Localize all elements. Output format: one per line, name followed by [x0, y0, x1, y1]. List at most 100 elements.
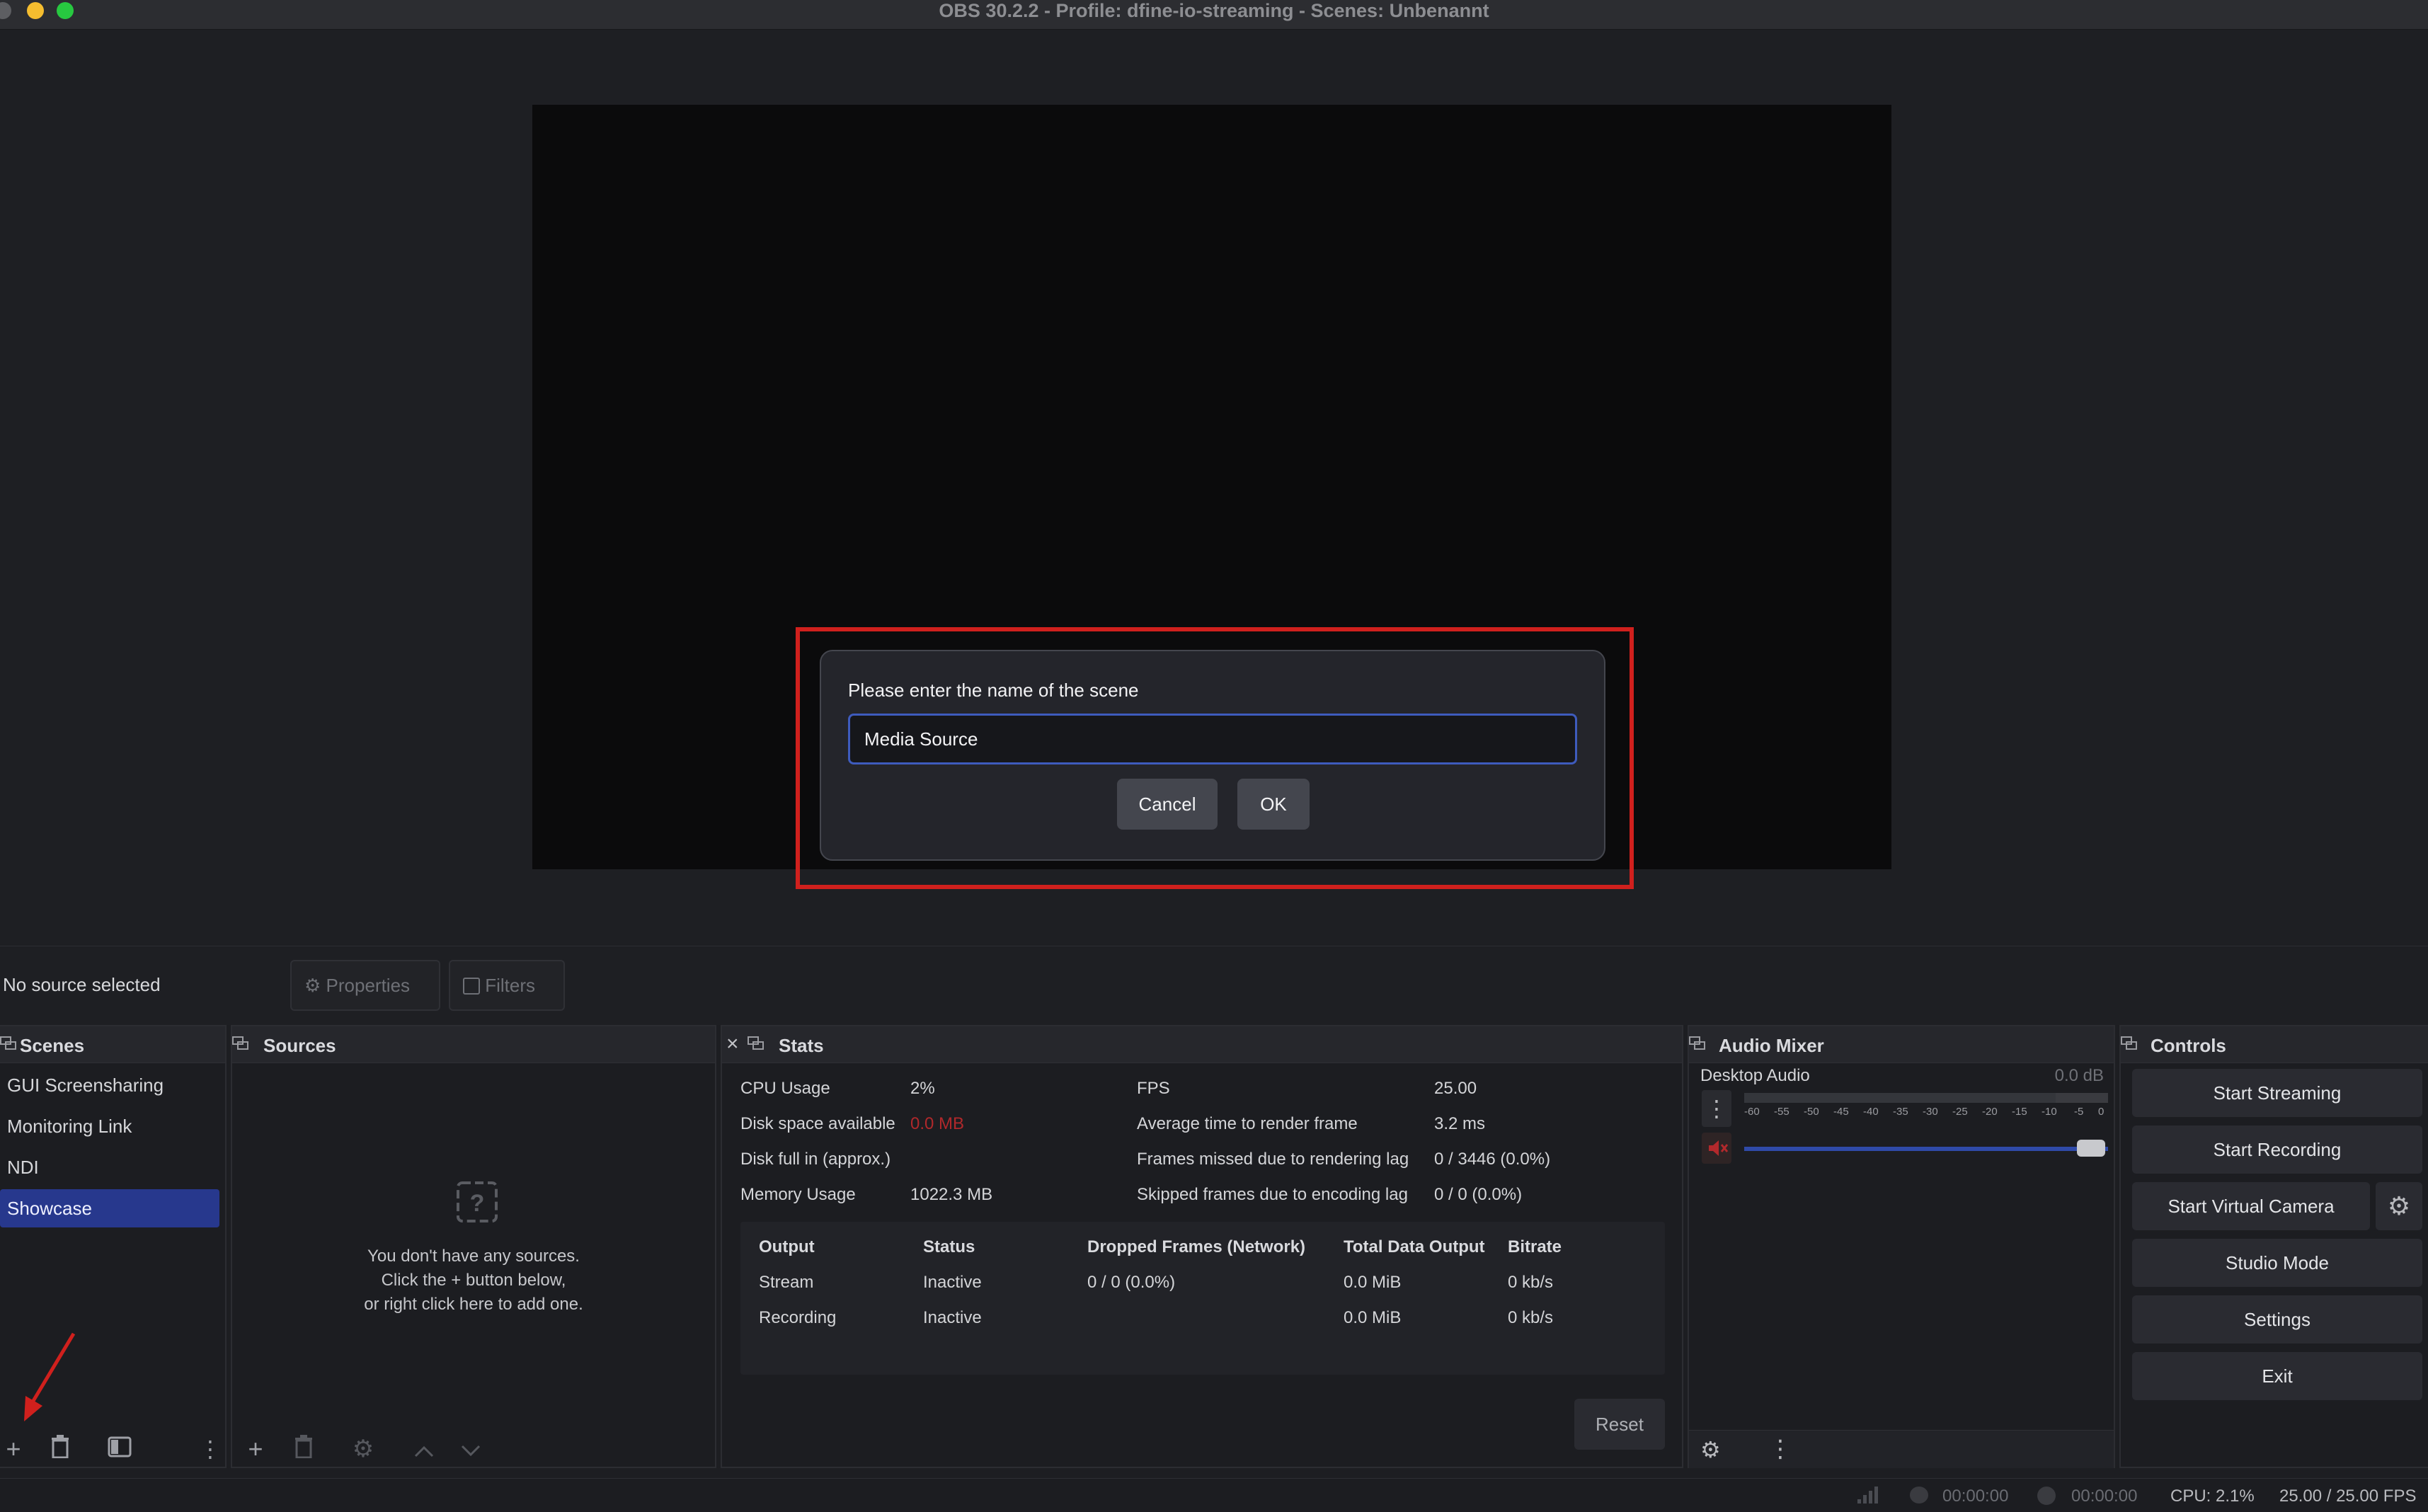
dock-float-icon[interactable]: [1689, 1036, 1707, 1052]
scene-item-monitoring-link[interactable]: Monitoring Link: [0, 1107, 219, 1145]
meter-tick: -25: [1952, 1106, 1968, 1118]
meter-tick: 0: [2098, 1106, 2105, 1118]
start-streaming-button[interactable]: Start Streaming: [2132, 1069, 2422, 1117]
virtual-camera-settings-gear-icon[interactable]: ⚙: [2376, 1182, 2422, 1230]
gear-icon: ⚙: [304, 975, 321, 996]
annotation-arrow: [24, 1332, 76, 1421]
scene-item-showcase[interactable]: Showcase: [0, 1189, 219, 1227]
audio-mixer-menu-button[interactable]: ⋮: [1768, 1435, 1792, 1463]
move-source-down-button[interactable]: [456, 1434, 486, 1464]
start-virtual-camera-button[interactable]: Start Virtual Camera: [2132, 1182, 2370, 1230]
chevron-down-icon: [461, 1445, 481, 1457]
streaming-status-icon: [1910, 1487, 1928, 1504]
close-icon[interactable]: ×: [726, 1032, 739, 1056]
table-cell: Inactive: [923, 1308, 982, 1327]
properties-button[interactable]: ⚙ Properties: [290, 960, 440, 1011]
meter-tick: -35: [1893, 1106, 1908, 1118]
table-cell: 0 kb/s: [1508, 1308, 1554, 1327]
reset-button[interactable]: Reset: [1574, 1399, 1665, 1450]
stream-time: 00:00:00: [1942, 1487, 2009, 1506]
table-header: Bitrate: [1508, 1237, 1562, 1256]
remove-source-button[interactable]: [289, 1434, 319, 1464]
add-scene-button[interactable]: +: [0, 1434, 28, 1464]
filters-label: Filters: [485, 975, 536, 996]
chevron-up-icon: [414, 1445, 434, 1457]
speaker-muted-icon: [1709, 1140, 1729, 1156]
table-header: Output: [759, 1237, 815, 1256]
question-icon: ?: [457, 1181, 498, 1222]
source-properties-gear-icon[interactable]: ⚙: [348, 1434, 378, 1464]
dock-float-icon[interactable]: [232, 1036, 251, 1052]
meter-tick: -55: [1774, 1106, 1789, 1118]
stat-label: Average time to render frame: [1137, 1114, 1358, 1133]
scene-menu-button[interactable]: ⋮: [195, 1434, 225, 1464]
volume-meter: [1744, 1093, 2108, 1103]
table-cell: 0 kb/s: [1508, 1273, 1554, 1292]
trash-icon: [52, 1435, 69, 1459]
meter-tick: -10: [2042, 1106, 2057, 1118]
scene-name-dialog: Please enter the name of the scene Media…: [820, 650, 1605, 861]
sources-title: Sources: [263, 1035, 336, 1056]
table-cell: Inactive: [923, 1273, 982, 1292]
properties-label: Properties: [326, 975, 411, 996]
audio-mixer-dock: Audio Mixer Desktop Audio 0.0 dB ⋮ -60 -…: [1688, 1025, 2115, 1468]
empty-line-2: Click the + button below,: [381, 1271, 566, 1290]
audio-settings-gear-icon[interactable]: ⚙: [1700, 1436, 1721, 1463]
stat-value: 1022.3 MB: [910, 1185, 993, 1204]
meter-tick: -50: [1804, 1106, 1819, 1118]
scene-item-gui-screensharing[interactable]: GUI Screensharing: [0, 1066, 219, 1104]
scene-filters-button[interactable]: [105, 1434, 134, 1464]
remove-scene-button[interactable]: [45, 1434, 75, 1464]
trash-icon: [295, 1435, 312, 1459]
stat-label: Disk full in (approx.): [740, 1150, 891, 1169]
volume-slider-handle[interactable]: [2077, 1140, 2105, 1157]
record-time: 00:00:00: [2071, 1487, 2138, 1506]
controls-title: Controls: [2151, 1035, 2226, 1056]
meter-tick: -45: [1833, 1106, 1849, 1118]
filters-button[interactable]: Filters: [449, 960, 565, 1011]
stat-label: FPS: [1137, 1079, 1170, 1098]
dock-float-icon[interactable]: [0, 1036, 18, 1052]
move-source-up-button[interactable]: [409, 1434, 439, 1464]
settings-button[interactable]: Settings: [2132, 1295, 2422, 1344]
dock-float-icon[interactable]: [2121, 1036, 2139, 1052]
empty-line-1: You don't have any sources.: [367, 1247, 580, 1266]
stat-value-warning: 0.0 MB: [910, 1114, 965, 1133]
audio-mixer-dock-header: Audio Mixer: [1689, 1026, 2114, 1063]
window-title: OBS 30.2.2 - Profile: dfine-io-streaming…: [939, 0, 1489, 21]
filter-icon: [108, 1436, 132, 1457]
dock-float-icon[interactable]: [748, 1036, 766, 1052]
table-header: Status: [923, 1237, 975, 1256]
no-source-label: No source selected: [3, 974, 161, 995]
meter-tick: -30: [1923, 1106, 1938, 1118]
output-table: Output Status Dropped Frames (Network) T…: [740, 1222, 1665, 1375]
meter-tick: -60: [1744, 1106, 1760, 1118]
meter-scale: -60 -55 -50 -45 -40 -35 -30 -25 -20 -15 …: [1744, 1106, 2108, 1126]
ok-button[interactable]: OK: [1237, 779, 1310, 830]
sources-empty-message: You don't have any sources. Click the + …: [232, 1244, 715, 1317]
scene-item-ndi[interactable]: NDI: [0, 1148, 219, 1186]
fps-readout: 25.00 / 25.00 FPS: [2279, 1487, 2417, 1506]
stats-title: Stats: [779, 1035, 824, 1056]
meter-tick: -5: [2074, 1106, 2084, 1118]
audio-menu-button[interactable]: ⋮: [1702, 1090, 1731, 1127]
meter-tick: -20: [1982, 1106, 1998, 1118]
exit-button[interactable]: Exit: [2132, 1352, 2422, 1400]
dialog-prompt-label: Please enter the name of the scene: [848, 680, 1139, 701]
studio-mode-button[interactable]: Studio Mode: [2132, 1239, 2422, 1287]
stat-value: 0 / 0 (0.0%): [1434, 1185, 1523, 1204]
add-source-button[interactable]: +: [241, 1434, 270, 1464]
table-cell: 0.0 MiB: [1344, 1273, 1402, 1292]
volume-slider-track[interactable]: [1744, 1147, 2108, 1151]
table-cell: Stream: [759, 1273, 814, 1292]
table-cell: Recording: [759, 1308, 837, 1327]
stat-value: 25.00: [1434, 1079, 1477, 1098]
start-recording-button[interactable]: Start Recording: [2132, 1126, 2422, 1174]
table-cell: 0 / 0 (0.0%): [1087, 1273, 1176, 1292]
table-header: Dropped Frames (Network): [1087, 1237, 1306, 1256]
stat-value: 2%: [910, 1079, 935, 1098]
cancel-button[interactable]: Cancel: [1117, 779, 1218, 830]
scene-name-input[interactable]: Media Source: [848, 714, 1577, 764]
stat-label: Memory Usage: [740, 1185, 856, 1204]
mute-button[interactable]: [1702, 1133, 1731, 1164]
